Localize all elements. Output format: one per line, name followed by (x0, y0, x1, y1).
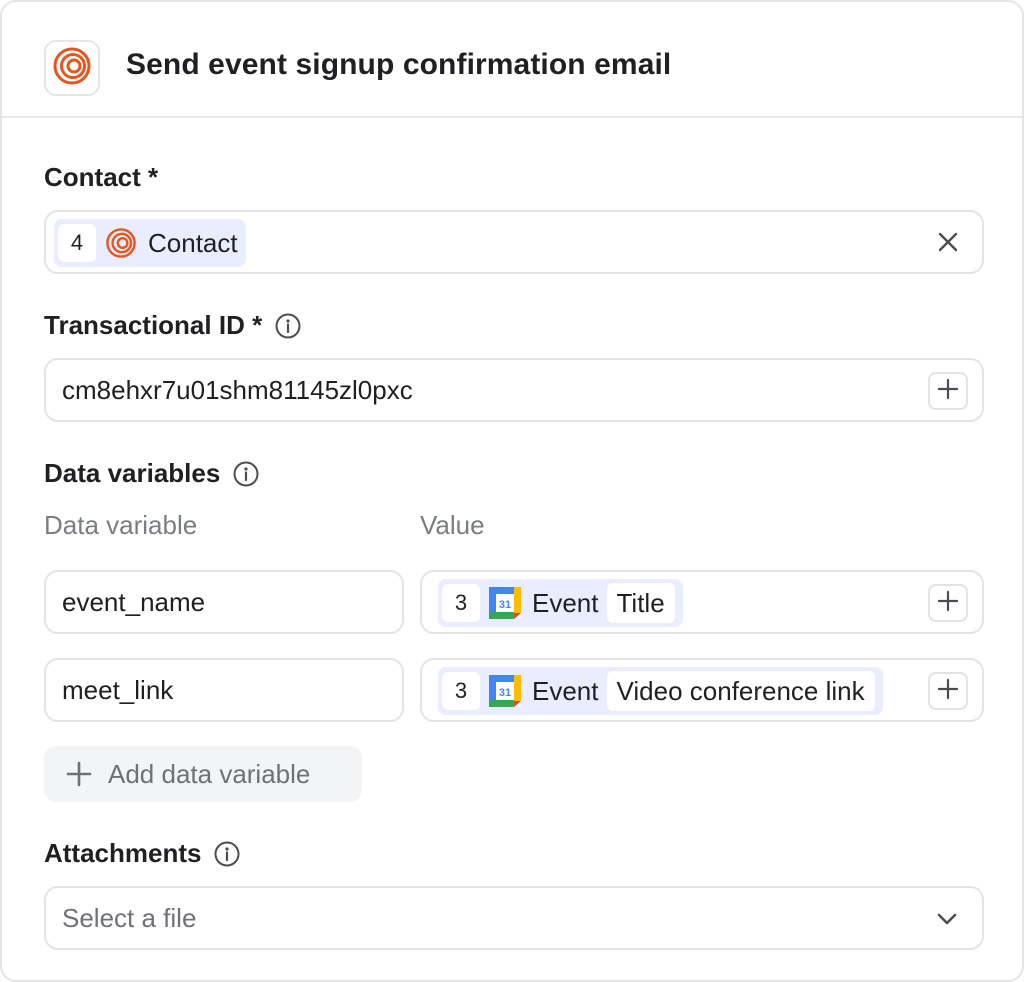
contact-field[interactable]: 4 Contact (44, 210, 984, 274)
pill-source: Event (532, 587, 599, 618)
loops-logo-icon (52, 46, 92, 91)
contact-pill[interactable]: 4 Contact (54, 219, 246, 267)
card-header: Send event signup confirmation email (2, 2, 1022, 118)
loops-logo-icon (102, 224, 140, 262)
plus-icon (937, 678, 959, 705)
page-title: Send event signup confirmation email (126, 48, 672, 81)
step-number: 4 (58, 224, 96, 262)
step-number: 3 (442, 584, 480, 622)
close-icon[interactable] (934, 228, 962, 256)
variable-value-field[interactable]: 3 31 Event Video conference link (420, 658, 984, 722)
pill-text: Contact (148, 227, 238, 258)
pill-field: Video conference link (606, 671, 875, 711)
value-pill[interactable]: 3 31 Event Title (438, 579, 683, 627)
svg-text:31: 31 (499, 687, 511, 699)
attachments-placeholder: Select a file (62, 903, 197, 933)
add-data-variable-button[interactable]: Add data variable (44, 746, 362, 802)
info-icon[interactable] (213, 840, 241, 868)
step-number: 3 (442, 672, 480, 710)
chevron-down-icon[interactable] (934, 906, 960, 932)
variable-value-field[interactable]: 3 31 Event Title (420, 570, 984, 634)
transactional-id-label: Transactional ID * (44, 310, 302, 341)
contact-label: Contact * (44, 162, 159, 192)
plus-icon (937, 590, 959, 617)
plus-icon (937, 378, 959, 405)
pill-field: Title (606, 583, 675, 623)
insert-variable-button[interactable] (928, 372, 968, 410)
svg-text:31: 31 (499, 599, 511, 611)
variable-name-input[interactable]: event_name (44, 570, 404, 634)
transactional-id-field[interactable]: cm8ehxr7u01shm81145zl0pxc (44, 358, 984, 422)
column-header-value: Value (420, 510, 485, 540)
column-header-variable: Data variable (44, 510, 198, 540)
insert-variable-button[interactable] (928, 672, 968, 710)
pill-source: Event (532, 675, 599, 706)
value-pill[interactable]: 3 31 Event Video conference link (438, 667, 883, 715)
transactional-id-value: cm8ehxr7u01shm81145zl0pxc (62, 375, 413, 405)
action-config-card: Send event signup confirmation email Con… (0, 0, 1024, 982)
attachments-label: Attachments (44, 838, 241, 869)
attachments-select[interactable]: Select a file (44, 886, 984, 950)
plus-icon (66, 761, 92, 787)
data-variables-label: Data variables (44, 458, 260, 489)
google-calendar-icon: 31 (486, 584, 524, 622)
app-icon-box (44, 40, 100, 96)
info-icon[interactable] (274, 312, 302, 340)
variable-name-input[interactable]: meet_link (44, 658, 404, 722)
info-icon[interactable] (232, 460, 260, 488)
insert-variable-button[interactable] (928, 584, 968, 622)
google-calendar-icon: 31 (486, 672, 524, 710)
